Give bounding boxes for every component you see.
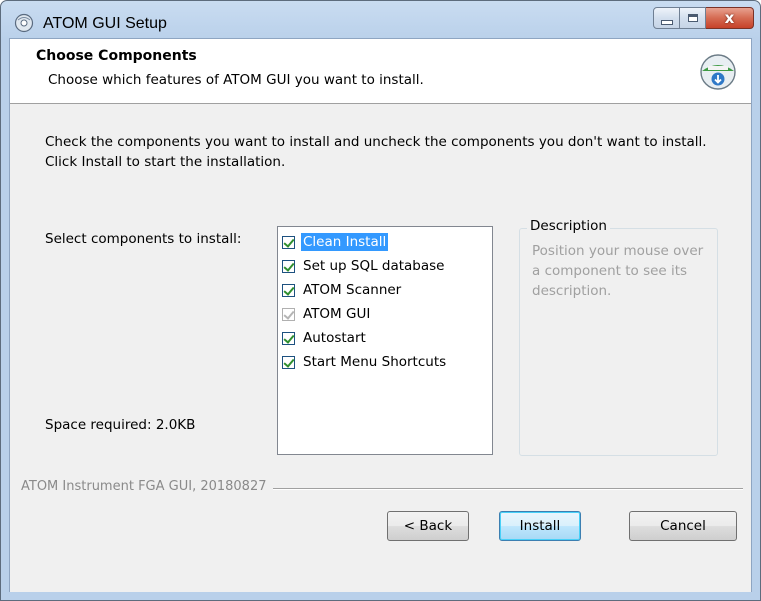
installer-disc-icon (700, 54, 736, 90)
list-item[interactable]: Start Menu Shortcuts (278, 350, 492, 374)
intro-text: Check the components you want to install… (45, 134, 707, 170)
description-title: Description (527, 218, 610, 234)
maximize-button[interactable] (680, 7, 706, 29)
minimize-icon (660, 19, 673, 25)
setup-window: ATOM GUI Setup x Choose Components Choos… (0, 0, 761, 601)
components-list[interactable]: Clean Install Set up SQL database ATOM S… (277, 226, 493, 455)
page-subtitle: Choose which features of ATOM GUI you wa… (48, 72, 424, 88)
minimize-button[interactable] (653, 7, 680, 29)
checkbox-checked[interactable] (282, 259, 295, 273)
branding-text: ATOM Instrument FGA GUI, 20180827 (21, 479, 273, 494)
list-item[interactable]: Clean Install (278, 230, 492, 254)
component-label: Autostart (303, 330, 366, 346)
dialog-client-area: Choose Components Choose which features … (9, 38, 752, 592)
install-button[interactable]: Install (499, 511, 581, 541)
space-required-label: Space required: 2.0KB (45, 417, 196, 433)
app-icon (14, 13, 34, 33)
maximize-icon (687, 14, 698, 22)
checkbox-checked[interactable] (282, 235, 295, 249)
close-icon: x (724, 8, 735, 27)
list-item[interactable]: Autostart (278, 326, 492, 350)
description-text: Position your mouse over a component to … (532, 243, 704, 299)
checkbox-checked[interactable] (282, 331, 295, 345)
page-title: Choose Components (36, 48, 197, 64)
window-title: ATOM GUI Setup (43, 15, 167, 32)
close-button[interactable]: x (706, 7, 754, 29)
cancel-button[interactable]: Cancel (629, 511, 737, 541)
select-components-label: Select components to install: (45, 231, 242, 247)
list-item[interactable]: Set up SQL database (278, 254, 492, 278)
list-item: ATOM GUI (278, 302, 492, 326)
checkbox-checked[interactable] (282, 355, 295, 369)
list-item[interactable]: ATOM Scanner (278, 278, 492, 302)
title-bar[interactable]: ATOM GUI Setup x (1, 1, 760, 37)
back-button[interactable]: < Back (387, 511, 469, 541)
component-label: ATOM Scanner (303, 282, 402, 298)
component-label: Clean Install (301, 233, 389, 251)
checkbox-checked[interactable] (282, 283, 295, 297)
checkbox-disabled (282, 307, 295, 321)
caption-buttons: x (653, 7, 754, 29)
page-header: Choose Components Choose which features … (10, 39, 751, 104)
component-label: ATOM GUI (303, 306, 371, 322)
component-label: Start Menu Shortcuts (303, 354, 447, 370)
component-label: Set up SQL database (303, 258, 445, 274)
